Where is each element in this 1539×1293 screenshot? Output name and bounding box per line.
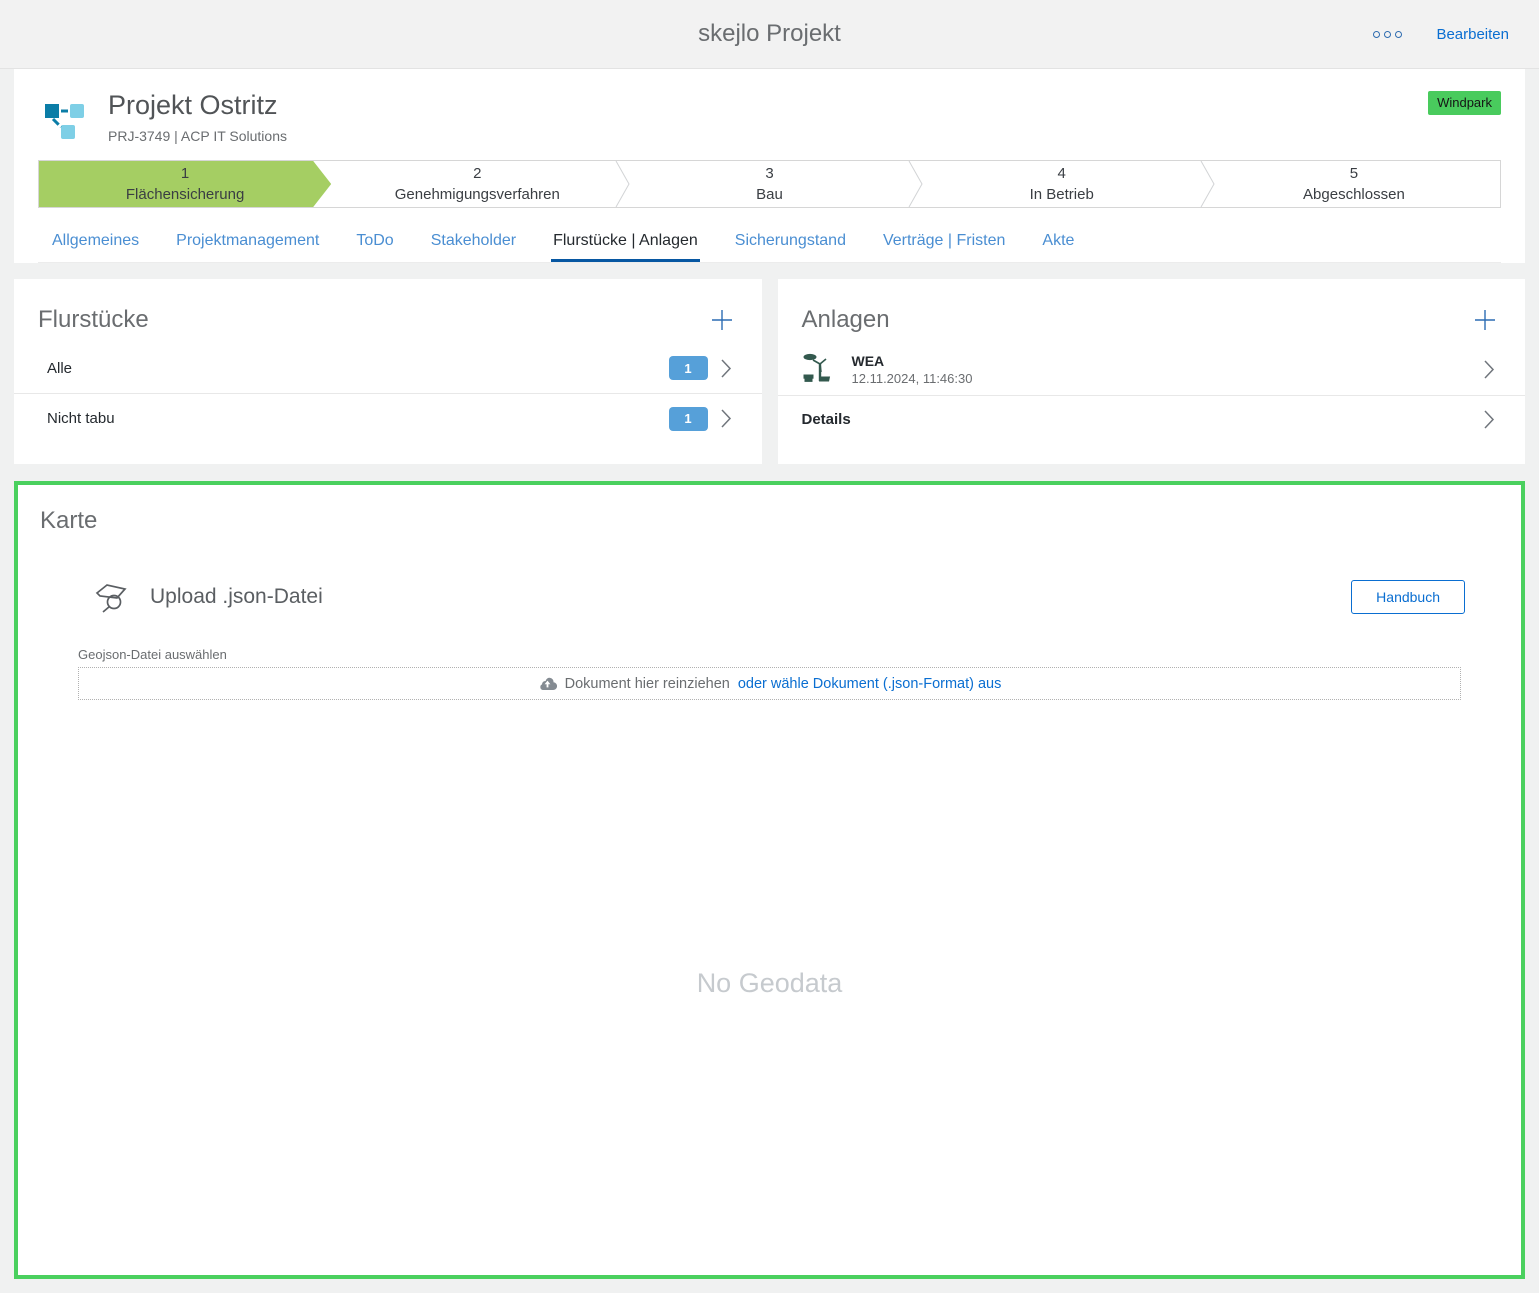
flurstuecke-card-title: Flurstücke <box>38 306 149 334</box>
page-title: skejlo Projekt <box>698 20 841 48</box>
project-header-row: Projekt Ostritz PRJ-3749 | ACP IT Soluti… <box>38 91 1501 146</box>
map-search-icon <box>93 579 133 615</box>
project-name: Projekt Ostritz <box>108 91 287 121</box>
anlagen-details-row[interactable]: Details <box>778 395 1526 443</box>
upload-cloud-icon <box>538 677 557 691</box>
step-separator-icon <box>615 161 631 207</box>
geojson-dropzone[interactable]: Dokument hier reinziehen oder wähle Doku… <box>78 667 1461 700</box>
shell-actions: Bearbeiten <box>1369 26 1509 43</box>
anlagen-card-title: Anlagen <box>802 306 890 334</box>
shell-header: skejlo Projekt Bearbeiten <box>0 0 1539 69</box>
tab-vertraege-fristen[interactable]: Verträge | Fristen <box>881 232 1007 262</box>
step-abgeschlossen[interactable]: 5 Abgeschlossen <box>1208 161 1500 207</box>
phase-step-bar: 1 Flächensicherung 2 Genehmigungsverfahr… <box>38 160 1501 208</box>
no-geodata-message: No Geodata <box>18 968 1521 999</box>
karte-card: Karte Upload .json-Datei Handbuch Geojso… <box>14 481 1525 1279</box>
tab-bar: Allgemeines Projektmanagement ToDo Stake… <box>38 208 1501 263</box>
upload-heading: Upload .json-Datei <box>150 585 323 609</box>
step-bau[interactable]: 3 Bau <box>623 161 915 207</box>
anlagen-card: Anlagen <box>778 279 1526 464</box>
tab-sicherungstand[interactable]: Sicherungstand <box>733 232 848 262</box>
plus-icon <box>1473 308 1497 332</box>
flurstuecke-row-alle[interactable]: Alle 1 <box>14 343 762 393</box>
upload-header-row: Upload .json-Datei Handbuch <box>78 579 1465 615</box>
karte-card-title: Karte <box>18 507 1521 535</box>
count-badge: 1 <box>669 407 708 431</box>
step-flaechensicherung[interactable]: 1 Flächensicherung <box>39 161 331 207</box>
chevron-right-icon <box>1484 410 1495 429</box>
step-separator-icon <box>908 161 924 207</box>
edit-button[interactable]: Bearbeiten <box>1436 26 1509 43</box>
add-flurstueck-button[interactable] <box>706 304 738 336</box>
anlagen-item-wea[interactable]: WEA 12.11.2024, 11:46:30 <box>778 343 1526 395</box>
plus-icon <box>710 308 734 332</box>
step-in-betrieb[interactable]: 4 In Betrieb <box>916 161 1208 207</box>
tab-stakeholder[interactable]: Stakeholder <box>429 232 518 262</box>
flurstuecke-row-nicht-tabu[interactable]: Nicht tabu 1 <box>14 393 762 443</box>
dropzone-text: Dokument hier reinziehen <box>565 676 730 692</box>
project-type-badge: Windpark <box>1428 91 1501 115</box>
project-title-block: Projekt Ostritz PRJ-3749 | ACP IT Soluti… <box>108 91 287 144</box>
tab-projektmanagement[interactable]: Projektmanagement <box>174 232 321 262</box>
project-diagram-icon <box>42 95 88 146</box>
flurstuecke-card: Flurstücke Alle 1 Nicht tabu 1 <box>14 279 762 464</box>
chevron-right-icon <box>721 359 732 378</box>
overflow-menu-icon[interactable] <box>1369 27 1406 42</box>
project-subtitle: PRJ-3749 | ACP IT Solutions <box>108 128 287 144</box>
object-header-panel: Projekt Ostritz PRJ-3749 | ACP IT Soluti… <box>14 69 1525 263</box>
step-genehmigungsverfahren[interactable]: 2 Genehmigungsverfahren <box>331 161 623 207</box>
handbuch-button[interactable]: Handbuch <box>1351 580 1465 614</box>
file-input-label: Geojson-Datei auswählen <box>78 647 1461 662</box>
chevron-right-icon <box>1484 360 1495 379</box>
chevron-right-icon <box>721 409 732 428</box>
tab-akte[interactable]: Akte <box>1040 232 1076 262</box>
step-separator-icon <box>1200 161 1216 207</box>
tab-todo[interactable]: ToDo <box>354 232 395 262</box>
count-badge: 1 <box>669 356 708 380</box>
wind-turbine-icon <box>802 351 838 387</box>
tab-allgemeines[interactable]: Allgemeines <box>50 232 141 262</box>
add-anlage-button[interactable] <box>1469 304 1501 336</box>
cards-row: Flurstücke Alle 1 Nicht tabu 1 <box>14 279 1525 464</box>
tab-flurstuecke-anlagen[interactable]: Flurstücke | Anlagen <box>551 232 700 262</box>
dropzone-file-link[interactable]: oder wähle Dokument (.json-Format) aus <box>738 676 1002 692</box>
